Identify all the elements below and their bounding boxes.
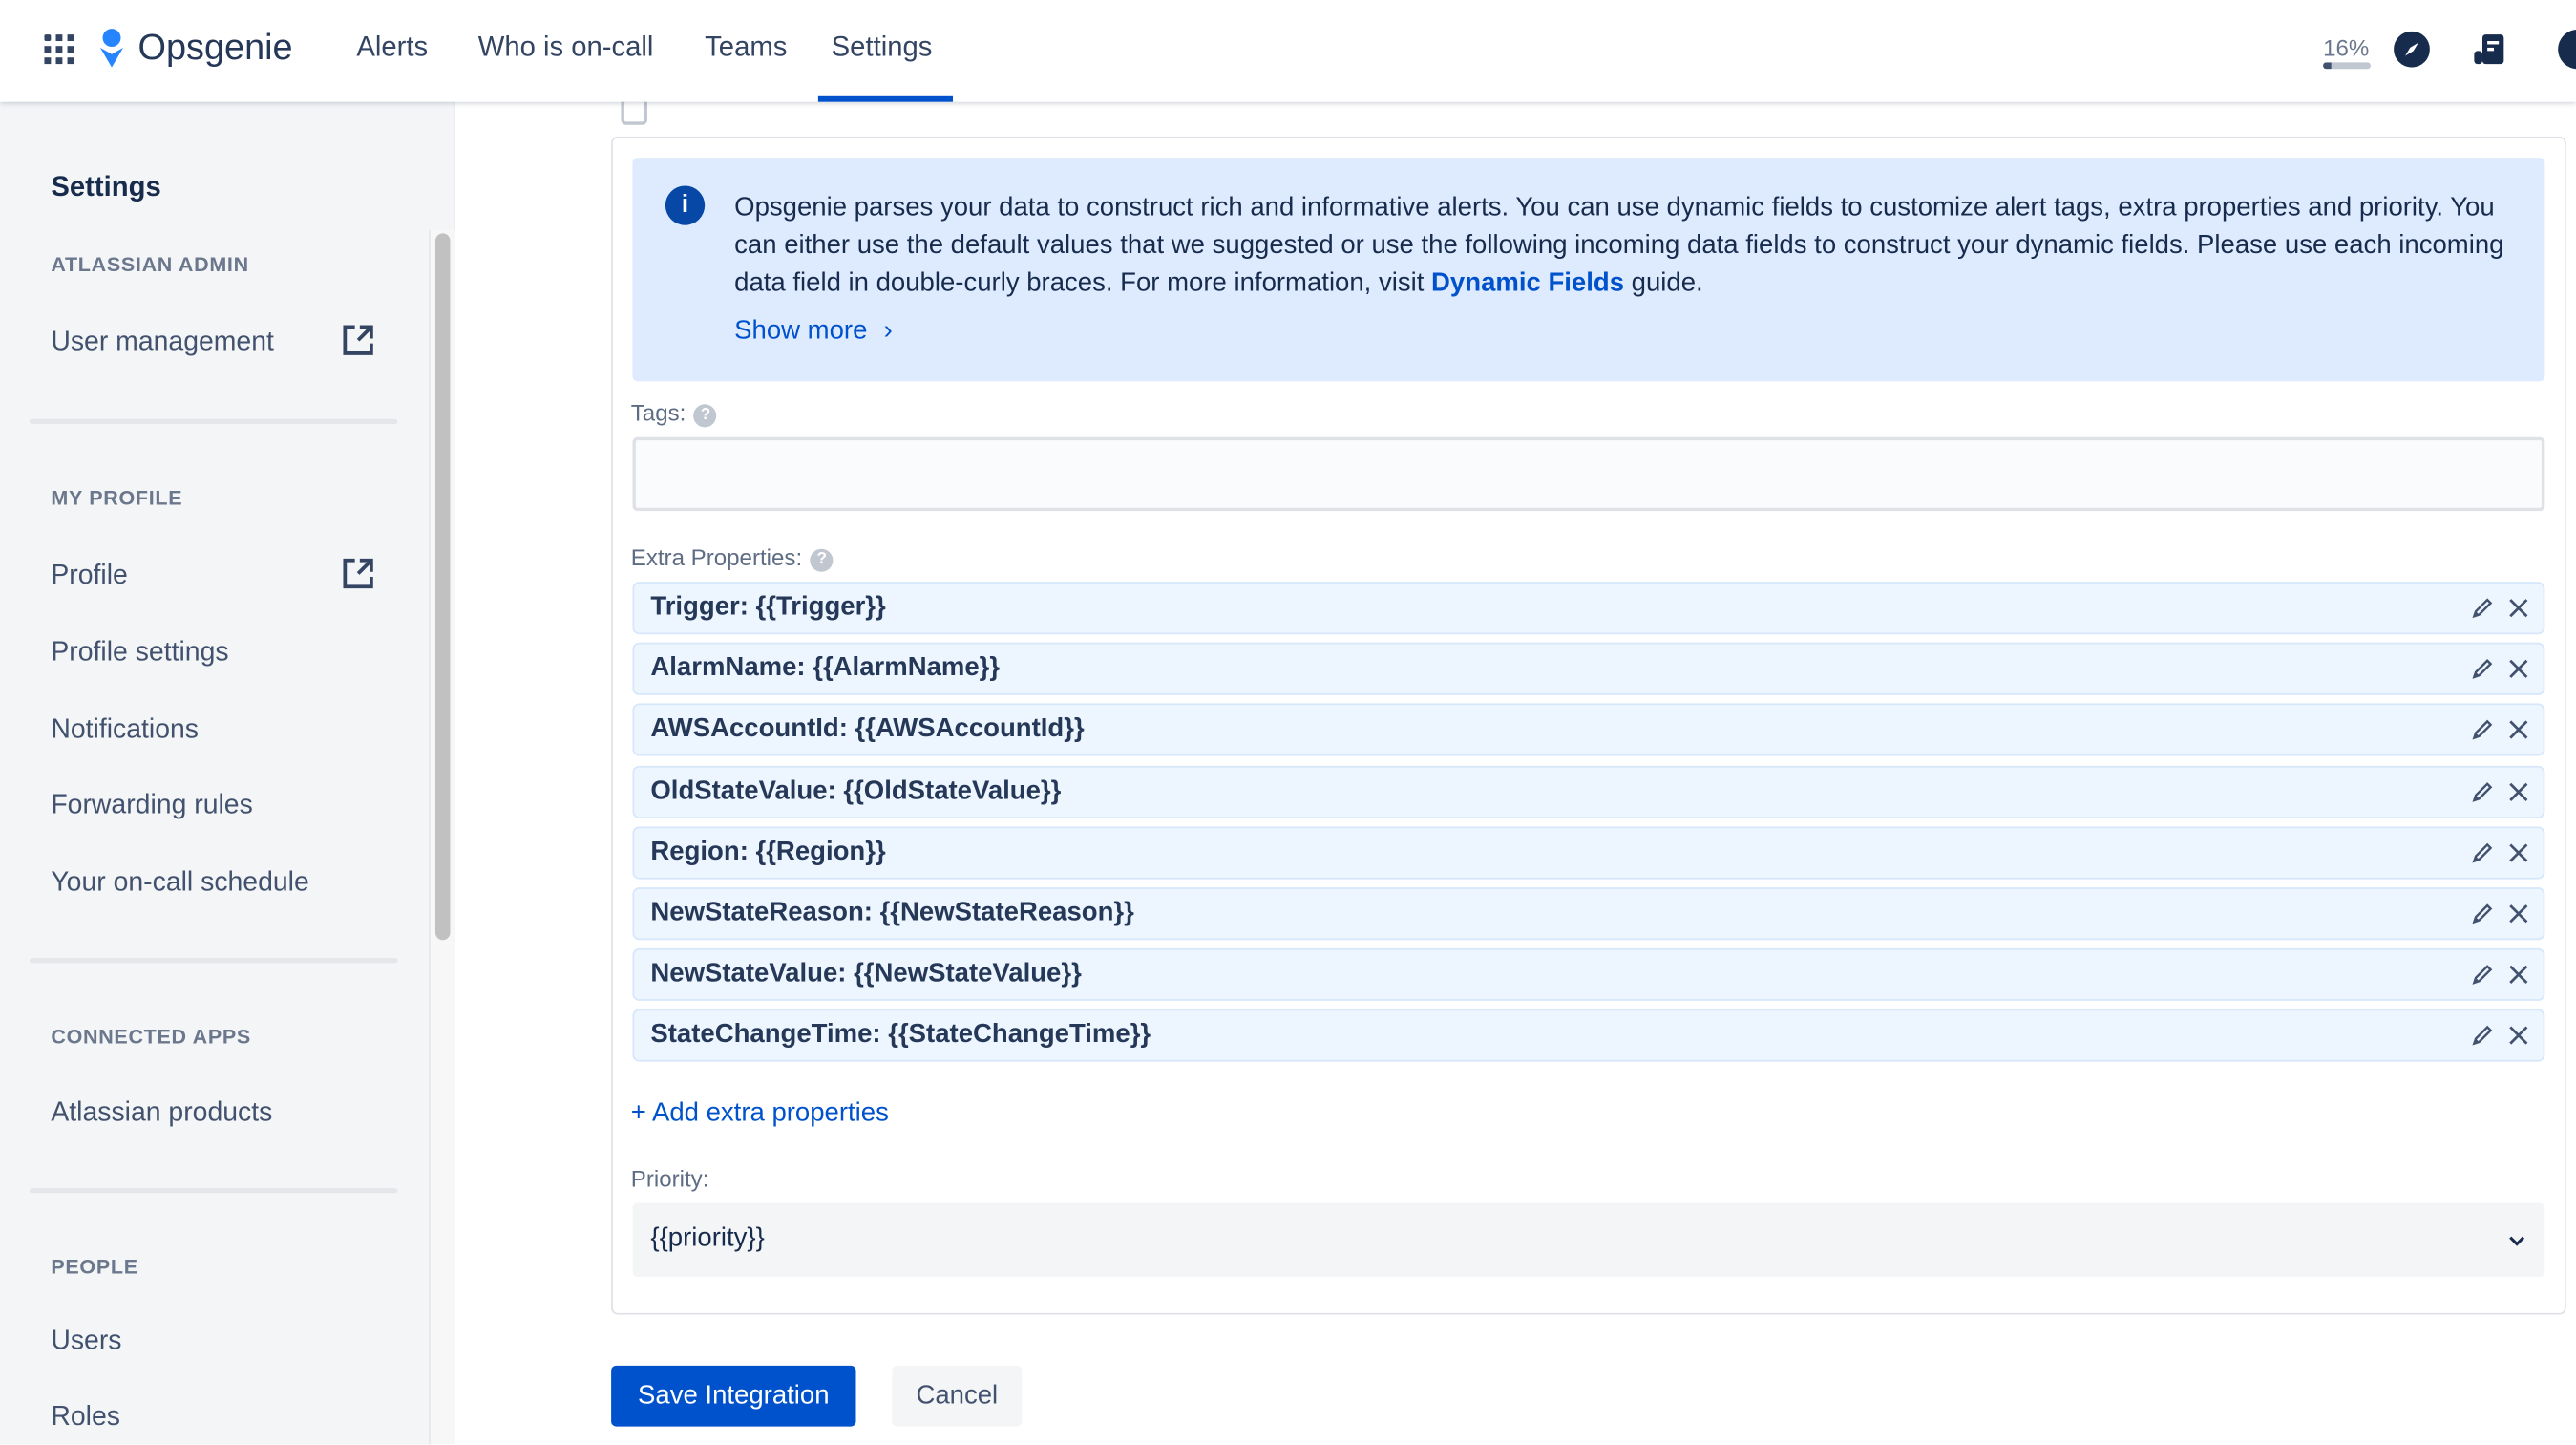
extra-property-text: Region: {{Region}}: [650, 838, 886, 866]
nav-who-is-on-call[interactable]: Who is on-call: [478, 32, 654, 64]
section-connected-apps: CONNECTED APPS: [51, 1025, 251, 1049]
info-icon: i: [665, 185, 706, 225]
extra-property-row: AlarmName: {{AlarmName}}: [632, 643, 2545, 696]
edit-icon[interactable]: [2471, 841, 2494, 864]
sidebar-item-forwarding-rules[interactable]: Forwarding rules: [51, 791, 252, 822]
sidebar-item-users[interactable]: Users: [51, 1327, 121, 1358]
extra-property-row: AWSAccountId: {{AWSAccountId}}: [632, 704, 2545, 757]
remove-icon[interactable]: [2507, 1025, 2530, 1048]
extra-property-text: OldStateValue: {{OldStateValue}}: [650, 776, 1062, 805]
extra-property-text: StateChangeTime: {{StateChangeTime}}: [650, 1021, 1151, 1050]
extra-property-row: Region: {{Region}}: [632, 826, 2545, 880]
chevron-right-icon: ›: [883, 317, 893, 346]
edit-icon[interactable]: [2471, 597, 2494, 620]
sidebar-item-notifications[interactable]: Notifications: [51, 715, 199, 747]
progress-bar: [2323, 62, 2371, 70]
extra-property-text: AlarmName: {{AlarmName}}: [650, 654, 1001, 683]
remove-icon[interactable]: [2507, 780, 2530, 803]
dynamic-fields-link[interactable]: Dynamic Fields: [1431, 269, 1624, 297]
extra-property-text: AWSAccountId: {{AWSAccountId}}: [650, 715, 1085, 744]
sidebar-title: Settings: [51, 170, 161, 202]
priority-value: {{priority}}: [650, 1223, 765, 1253]
edit-icon[interactable]: [2471, 964, 2494, 987]
progress-text[interactable]: 16%: [2323, 34, 2369, 61]
release-notes-icon[interactable]: [2471, 32, 2507, 68]
info-panel: i Opsgenie parses your data to construct…: [632, 158, 2545, 382]
sidebar: Settings ATLASSIAN ADMIN User management…: [0, 101, 455, 1445]
remove-icon[interactable]: [2507, 719, 2530, 742]
edit-icon[interactable]: [2471, 780, 2494, 803]
nav-teams[interactable]: Teams: [705, 32, 787, 64]
extra-property-text: NewStateValue: {{NewStateValue}}: [650, 960, 1082, 988]
priority-select[interactable]: {{priority}}: [632, 1202, 2545, 1277]
tags-input[interactable]: [632, 436, 2545, 512]
compass-icon[interactable]: [2394, 31, 2430, 68]
nav-alerts[interactable]: Alerts: [356, 32, 428, 64]
cancel-button[interactable]: Cancel: [892, 1365, 1023, 1427]
section-people: PEOPLE: [51, 1255, 138, 1279]
edit-icon[interactable]: [2471, 719, 2494, 742]
priority-label: Priority:: [630, 1164, 709, 1192]
active-nav-indicator: [817, 95, 954, 102]
remove-icon[interactable]: [2507, 658, 2530, 681]
extra-property-row: NewStateValue: {{NewStateValue}}: [632, 948, 2545, 1002]
sidebar-item-atlassian-products[interactable]: Atlassian products: [51, 1097, 272, 1129]
remove-icon[interactable]: [2507, 964, 2530, 987]
save-integration-button[interactable]: Save Integration: [611, 1365, 856, 1427]
app-name[interactable]: Opsgenie: [138, 27, 293, 70]
external-link-icon[interactable]: [340, 322, 376, 358]
divider: [29, 418, 398, 424]
sidebar-item-on-call-schedule[interactable]: Your on-call schedule: [51, 868, 308, 900]
remove-icon[interactable]: [2507, 841, 2530, 864]
checkbox[interactable]: [621, 98, 647, 125]
extra-property-text: NewStateReason: {{NewStateReason}}: [650, 899, 1134, 927]
section-atlassian-admin: ATLASSIAN ADMIN: [51, 252, 249, 277]
extra-property-row: OldStateValue: {{OldStateValue}}: [632, 765, 2545, 818]
remove-icon[interactable]: [2507, 903, 2530, 925]
remove-icon[interactable]: [2507, 597, 2530, 620]
extra-properties-label: Extra Properties:?: [631, 544, 834, 572]
info-text: Opsgenie parses your data to construct r…: [734, 194, 2504, 298]
extra-property-row: StateChangeTime: {{StateChangeTime}}: [632, 1009, 2545, 1063]
divider: [29, 1188, 398, 1194]
sidebar-scrollbar[interactable]: [429, 229, 455, 1445]
divider: [29, 958, 398, 964]
help-icon[interactable]: [2558, 29, 2576, 70]
sidebar-item-user-management[interactable]: User management: [51, 327, 274, 358]
show-more-link[interactable]: Show more ›: [734, 317, 893, 347]
section-my-profile: MY PROFILE: [51, 486, 183, 510]
edit-icon[interactable]: [2471, 903, 2494, 925]
help-icon[interactable]: ?: [693, 404, 718, 428]
help-icon[interactable]: ?: [810, 548, 834, 572]
tags-label: Tags:?: [631, 399, 718, 428]
opsgenie-logo-icon: [99, 29, 124, 68]
extra-property-text: Trigger: {{Trigger}}: [650, 593, 886, 622]
sidebar-item-profile[interactable]: Profile: [51, 561, 127, 592]
extra-property-row: Trigger: {{Trigger}}: [632, 582, 2545, 635]
app-switcher-icon[interactable]: [44, 34, 74, 65]
sidebar-item-profile-settings[interactable]: Profile settings: [51, 638, 228, 669]
external-link-icon[interactable]: [340, 556, 376, 592]
sidebar-item-roles[interactable]: Roles: [51, 1402, 120, 1434]
edit-icon[interactable]: [2471, 658, 2494, 681]
edit-icon[interactable]: [2471, 1025, 2494, 1048]
add-extra-properties-link[interactable]: + Add extra properties: [631, 1099, 889, 1129]
chevron-down-icon: [2509, 1236, 2525, 1246]
nav-settings[interactable]: Settings: [832, 32, 933, 64]
extra-property-row: NewStateReason: {{NewStateReason}}: [632, 887, 2545, 941]
top-nav: Opsgenie Alerts Who is on-call Teams Set…: [0, 0, 2576, 102]
